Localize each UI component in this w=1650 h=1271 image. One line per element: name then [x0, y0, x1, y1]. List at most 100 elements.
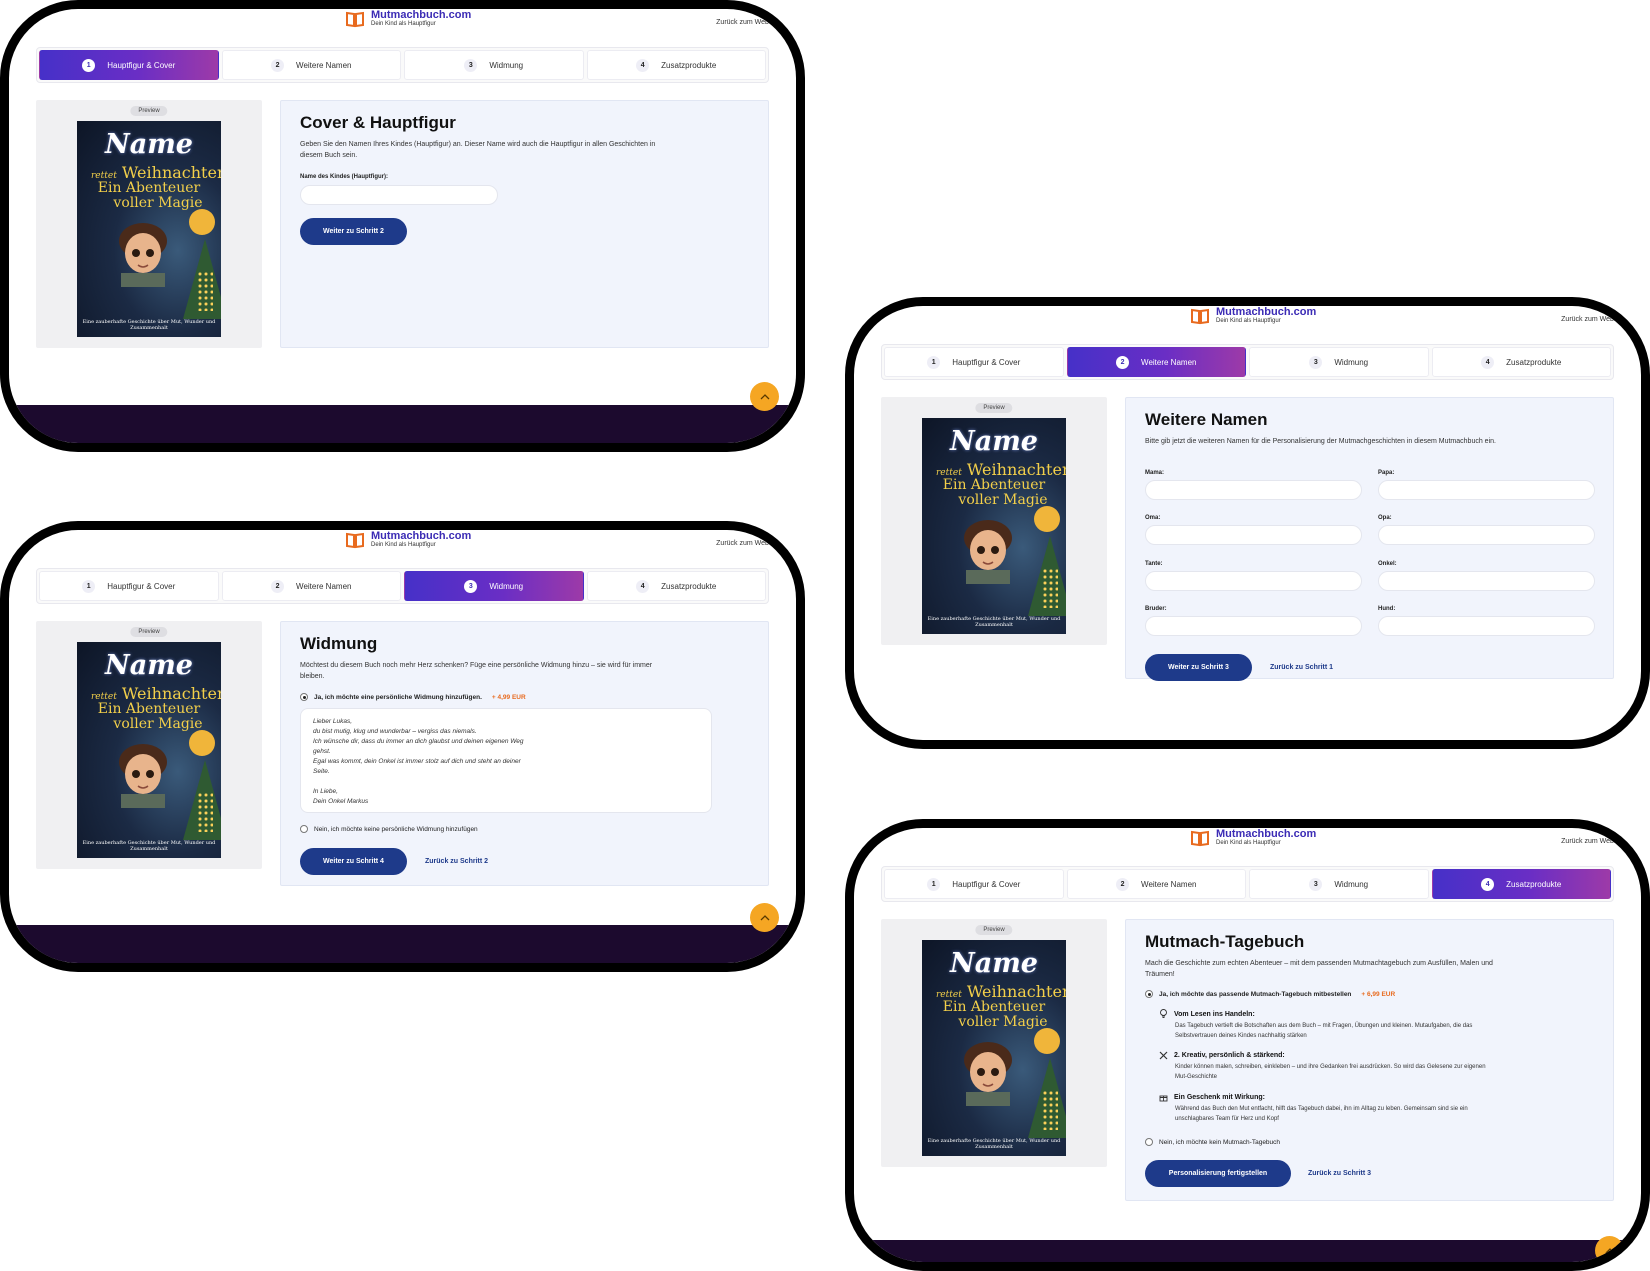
- child-name-label: Name des Kindes (Hauptfigur):: [300, 174, 389, 180]
- onkel-input[interactable]: [1378, 571, 1595, 591]
- cover-badge: [1034, 506, 1060, 532]
- diary-no-option[interactable]: Nein, ich möchte kein Mutmach-Tagebuch: [1145, 1138, 1280, 1146]
- back-step-2-link[interactable]: Zurück zu Schritt 2: [425, 858, 488, 865]
- cover-name: Name: [950, 426, 1038, 457]
- child-name-input[interactable]: [300, 185, 498, 205]
- feature-text: Kinder können malen, schreiben, einklebe…: [1175, 1064, 1486, 1080]
- book-cover: Name rettet Weihnachten Ein Abenteuer vo…: [77, 642, 221, 858]
- scroll-to-top-button[interactable]: [1595, 733, 1624, 740]
- oma-input[interactable]: [1145, 525, 1362, 545]
- radio-unselected[interactable]: [1145, 1138, 1153, 1146]
- feature-item: Ein Geschenk mit Wirkung: Während das Bu…: [1159, 1093, 1489, 1124]
- site-logo[interactable]: Mutmachbuch.com Dein Kind als Hauptfigur: [345, 530, 471, 549]
- tab-step-4[interactable]: 4 Zusatzprodukte: [1431, 347, 1611, 377]
- feature-title-row: Vom Lesen ins Handeln:: [1159, 1009, 1489, 1019]
- diary-yes-label: Ja, ich möchte das passende Mutmach-Tage…: [1159, 990, 1352, 998]
- card-description: Möchtest du diesem Buch noch mehr Herz s…: [300, 662, 653, 680]
- back-to-website-link[interactable]: Zurück zum Websi: [716, 540, 774, 547]
- cover-badge: [1034, 1028, 1060, 1054]
- book-preview: Preview Name rettet Weihnachten Ein Aben…: [36, 100, 262, 348]
- step-number: 4: [1481, 355, 1495, 369]
- dedication-textarea[interactable]: Lieber Lukas, du bist mutig, klug und wu…: [300, 708, 712, 813]
- brand-tagline: Dein Kind als Hauptfigur: [1216, 318, 1281, 324]
- preview-tag: Preview: [975, 403, 1013, 413]
- tab-step-1[interactable]: 1 Hauptfigur & Cover: [884, 869, 1064, 899]
- scroll-to-top-button[interactable]: [750, 382, 779, 411]
- book-cover: Name rettet Weihnachten Ein Abenteuer vo…: [922, 418, 1066, 634]
- preview-tag: Preview: [130, 627, 168, 637]
- feature-title: Vom Lesen ins Handeln:: [1174, 1010, 1255, 1018]
- diary-yes-option[interactable]: Ja, ich möchte das passende Mutmach-Tage…: [1145, 990, 1395, 998]
- step-label: Weitere Namen: [1141, 357, 1197, 367]
- tab-step-3[interactable]: 3 Widmung: [1249, 347, 1429, 377]
- gift-icon: [1159, 1095, 1168, 1102]
- tab-step-2[interactable]: 2 Weitere Namen: [221, 50, 401, 80]
- step-number: 4: [1481, 877, 1495, 891]
- chevron-up-icon: [760, 393, 769, 399]
- opa-input[interactable]: [1378, 525, 1595, 545]
- next-step-2-button[interactable]: Weiter zu Schritt 2: [300, 218, 407, 245]
- lightbulb-icon: [1160, 1009, 1167, 1018]
- back-to-website-link[interactable]: Zurück zum Websi: [1561, 838, 1619, 845]
- bruder-input[interactable]: [1145, 616, 1362, 636]
- tab-step-2[interactable]: 2 Weitere Namen: [1066, 869, 1246, 899]
- feature-item: 2. Kreativ, persönlich & stärkend: Kinde…: [1159, 1051, 1489, 1082]
- back-to-website-link[interactable]: Zurück zum Websi: [716, 19, 774, 26]
- tab-step-4[interactable]: 4 Zusatzprodukte: [586, 50, 766, 80]
- tab-step-4[interactable]: 4 Zusatzprodukte: [586, 571, 766, 601]
- tab-step-1[interactable]: 1 Hauptfigur & Cover: [39, 50, 219, 80]
- tab-step-3[interactable]: 3 Widmung: [404, 50, 584, 80]
- tab-step-1[interactable]: 1 Hauptfigur & Cover: [884, 347, 1064, 377]
- back-to-website-link[interactable]: Zurück zum Websi: [1561, 316, 1619, 323]
- book-preview: Preview Name rettet Weihnachten Ein Aben…: [881, 919, 1107, 1167]
- site-logo[interactable]: Mutmachbuch.com Dein Kind als Hauptfigur: [1190, 306, 1316, 325]
- site-logo[interactable]: Mutmachbuch.com Dein Kind als Hauptfigur: [345, 9, 471, 28]
- site-header: Mutmachbuch.com Dein Kind als Hauptfigur…: [854, 828, 1641, 858]
- tree-lights-illustration: [1042, 1090, 1058, 1130]
- radio-selected[interactable]: [1145, 990, 1153, 998]
- step-tabs: 1 Hauptfigur & Cover 2 Weitere Namen 3 Widm…: [36, 568, 769, 604]
- step-label: Widmung: [1334, 357, 1369, 367]
- site-header: Mutmachbuch.com Dein Kind als Hauptfigur…: [854, 306, 1641, 336]
- screen-step-3: Mutmachbuch.com Dein Kind als Hauptfigur…: [0, 521, 805, 972]
- step-number: 2: [1116, 877, 1130, 891]
- radio-selected[interactable]: [300, 693, 308, 701]
- step-card: Weitere Namen Bitte gib jetzt die weiter…: [1125, 397, 1614, 681]
- feature-title-row: Ein Geschenk mit Wirkung:: [1159, 1093, 1489, 1102]
- site-header: Mutmachbuch.com Dein Kind als Hauptfigur…: [9, 530, 796, 560]
- site-logo[interactable]: Mutmachbuch.com Dein Kind als Hauptfigur: [1190, 828, 1316, 847]
- tab-step-1[interactable]: 1 Hauptfigur & Cover: [39, 571, 219, 601]
- scroll-to-top-button[interactable]: [1595, 1236, 1624, 1262]
- back-step-3-link[interactable]: Zurück zu Schritt 3: [1308, 1170, 1371, 1177]
- boy-illustration: [119, 744, 167, 808]
- dedication-yes-option[interactable]: Ja, ich möchte eine persönliche Widmung …: [300, 693, 526, 701]
- tab-step-2[interactable]: 2 Weitere Namen: [1066, 347, 1246, 377]
- tab-step-3[interactable]: 3 Widmung: [1249, 869, 1429, 899]
- tab-step-2[interactable]: 2 Weitere Namen: [221, 571, 401, 601]
- next-step-4-button[interactable]: Weiter zu Schritt 4: [300, 848, 407, 875]
- step-number: 2: [1116, 355, 1130, 369]
- feature-text: Das Tagebuch vertieft die Botschaften au…: [1175, 1023, 1473, 1039]
- cover-subtitle: Eine zauberhafte Geschichte über Mut, Wu…: [82, 840, 216, 852]
- tab-step-3[interactable]: 3 Widmung: [404, 571, 584, 601]
- preview-tag: Preview: [975, 925, 1013, 935]
- cover-subtitle: Eine zauberhafte Geschichte über Mut, Wu…: [82, 319, 216, 331]
- step-label: Widmung: [489, 581, 524, 591]
- step-number: 1: [927, 877, 941, 891]
- finish-personalization-button[interactable]: Personalisierung fertigstellen: [1145, 1160, 1291, 1187]
- next-step-3-button[interactable]: Weiter zu Schritt 3: [1145, 654, 1252, 681]
- boy-illustration: [119, 223, 167, 287]
- hund-input[interactable]: [1378, 616, 1595, 636]
- papa-input[interactable]: [1378, 480, 1595, 500]
- step-number: 3: [1309, 355, 1323, 369]
- dedication-price: + 4,99 EUR: [491, 693, 526, 701]
- brand-tagline: Dein Kind als Hauptfigur: [371, 542, 436, 548]
- dedication-no-option[interactable]: Nein, ich möchte keine persönliche Widmu…: [300, 825, 478, 833]
- mama-input[interactable]: [1145, 480, 1362, 500]
- scroll-to-top-button[interactable]: [750, 903, 779, 932]
- back-step-1-link[interactable]: Zurück zu Schritt 1: [1270, 664, 1333, 671]
- radio-unselected[interactable]: [300, 825, 308, 833]
- tab-step-4[interactable]: 4 Zusatzprodukte: [1431, 869, 1611, 899]
- tante-input[interactable]: [1145, 571, 1362, 591]
- card-description: Geben Sie den Namen Ihres Kindes (Hauptf…: [300, 141, 656, 159]
